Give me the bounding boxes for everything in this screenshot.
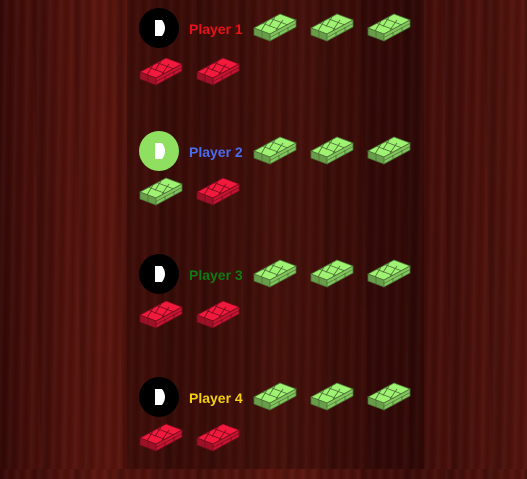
green-brick-icon[interactable] xyxy=(309,379,355,413)
red-brick-icon[interactable] xyxy=(195,297,241,331)
green-brick-icon[interactable] xyxy=(366,379,412,413)
play-turn-button[interactable] xyxy=(139,8,179,48)
red-brick-icon[interactable] xyxy=(138,420,184,454)
green-brick-icon[interactable] xyxy=(252,10,298,44)
green-brick-icon[interactable] xyxy=(252,256,298,290)
player-label: Player 2 xyxy=(189,144,243,160)
player-row-2: Player 2 xyxy=(127,123,424,233)
red-brick-icon[interactable] xyxy=(195,174,241,208)
game-panel: Player 1 Player 2 Player 3 Player 4 xyxy=(127,0,424,469)
green-brick-icon[interactable] xyxy=(366,256,412,290)
red-brick-icon[interactable] xyxy=(138,297,184,331)
green-brick-icon[interactable] xyxy=(366,10,412,44)
play-turn-button[interactable] xyxy=(139,377,179,417)
green-brick-icon[interactable] xyxy=(252,379,298,413)
player-row-4: Player 4 xyxy=(127,369,424,479)
player-row-1: Player 1 xyxy=(127,0,424,110)
green-brick-icon[interactable] xyxy=(252,133,298,167)
player-row-3: Player 3 xyxy=(127,246,424,356)
play-icon xyxy=(155,143,165,159)
green-brick-icon[interactable] xyxy=(138,174,184,208)
player-label: Player 1 xyxy=(189,21,243,37)
play-icon xyxy=(155,266,165,282)
green-brick-icon[interactable] xyxy=(309,133,355,167)
green-brick-icon[interactable] xyxy=(309,10,355,44)
red-brick-icon[interactable] xyxy=(138,54,184,88)
player-label: Player 4 xyxy=(189,390,243,406)
red-brick-icon[interactable] xyxy=(195,54,241,88)
play-icon xyxy=(155,20,165,36)
green-brick-icon[interactable] xyxy=(366,133,412,167)
red-brick-icon[interactable] xyxy=(195,420,241,454)
play-turn-button[interactable] xyxy=(139,254,179,294)
player-label: Player 3 xyxy=(189,267,243,283)
play-turn-button[interactable] xyxy=(139,131,179,171)
play-icon xyxy=(155,389,165,405)
green-brick-icon[interactable] xyxy=(309,256,355,290)
